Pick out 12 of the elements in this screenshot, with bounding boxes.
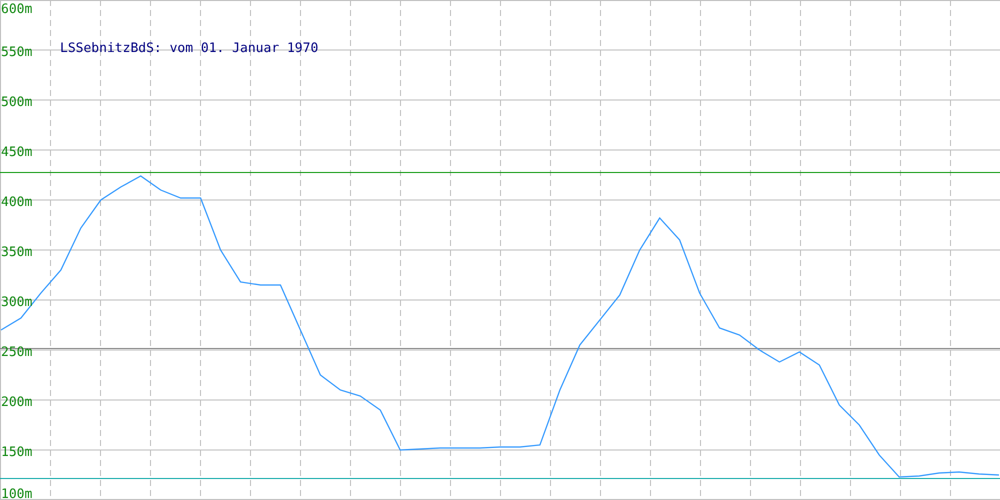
axis-label: 250m: [1, 345, 32, 360]
axis-label: 600m: [1, 2, 32, 17]
axis-label: 450m: [1, 145, 32, 160]
axis-label: 400m: [1, 195, 32, 210]
axis-label: 500m: [1, 95, 32, 110]
chart-title: LSSebnitzBdS: vom 01. Januar 1970: [60, 41, 318, 56]
axis-label: 200m: [1, 395, 32, 410]
axis-label: 150m: [1, 445, 32, 460]
axis-label: 300m: [1, 295, 32, 310]
axis-label: 100m: [1, 487, 32, 500]
axis-label: 350m: [1, 245, 32, 260]
axis-label: 550m: [1, 45, 32, 60]
